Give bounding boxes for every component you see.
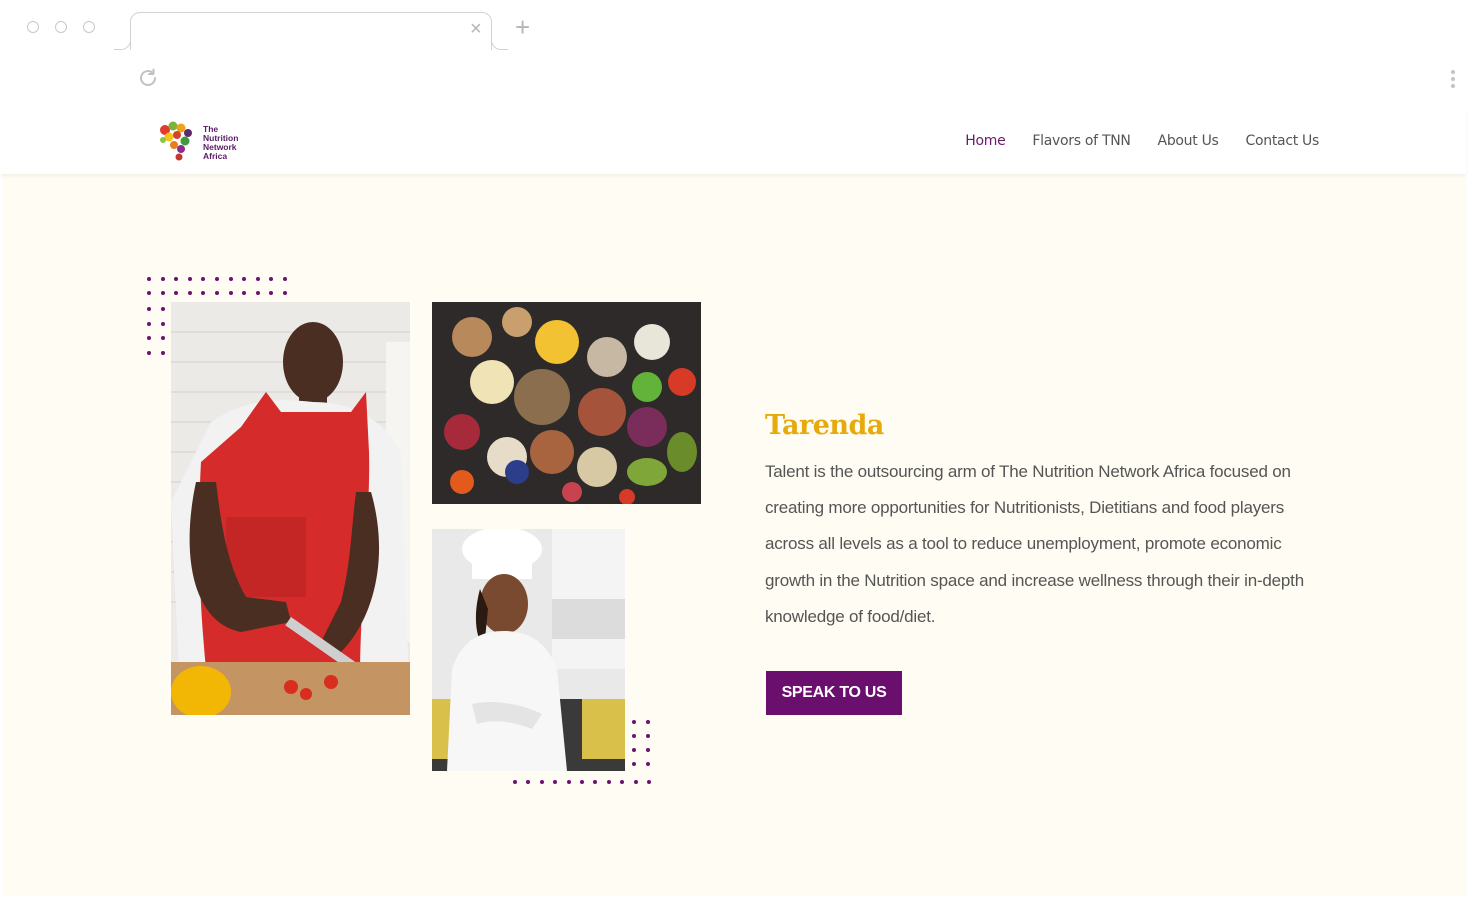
decor-dot — [255, 291, 260, 295]
vegetables-photo — [432, 302, 701, 504]
dot-pattern-top — [147, 277, 287, 295]
speak-to-us-button[interactable]: SPEAK TO US — [766, 671, 902, 715]
decor-dot — [174, 277, 179, 281]
africa-fruit-logo-icon — [158, 121, 196, 164]
decor-dot — [147, 307, 151, 311]
decor-dot — [201, 291, 206, 295]
decor-dot — [632, 734, 636, 738]
browser-tab[interactable] — [130, 12, 492, 50]
tab-edge — [114, 36, 131, 50]
decor-dot — [282, 277, 287, 281]
decor-dot — [646, 780, 651, 784]
decor-dot — [174, 291, 179, 295]
dot-pattern-left — [147, 307, 165, 355]
decor-dot — [147, 291, 151, 295]
tab-edge — [491, 36, 508, 50]
site-logo[interactable]: The Nutrition Network Africa — [155, 118, 255, 168]
window-maximize-dot[interactable] — [83, 21, 95, 33]
plus-icon[interactable]: + — [515, 14, 530, 40]
decor-dot — [645, 734, 650, 738]
decor-dot — [160, 350, 165, 355]
logo-text: The Nutrition Network Africa — [203, 124, 239, 161]
decor-dot — [566, 780, 571, 784]
decor-dot — [228, 277, 233, 281]
nav-home[interactable]: Home — [965, 133, 1005, 149]
decor-dot — [228, 291, 233, 295]
nav-flavors-of-tnn[interactable]: Flavors of TNN — [1032, 133, 1130, 149]
decor-dot — [269, 277, 274, 281]
decor-dot — [160, 336, 165, 340]
decor-dot — [160, 291, 165, 295]
decor-dot — [160, 321, 165, 326]
decor-dot — [187, 277, 192, 281]
site-header: The Nutrition Network Africa Home Flavor… — [0, 110, 1466, 174]
decor-dot — [633, 780, 638, 784]
decor-dot — [579, 780, 584, 784]
decor-dot — [620, 780, 625, 784]
decor-dot — [269, 291, 274, 295]
decor-dot — [632, 762, 636, 766]
nav-contact-us[interactable]: Contact Us — [1246, 133, 1320, 149]
decor-dot — [553, 780, 558, 784]
decor-dot — [214, 291, 219, 295]
decor-dot — [632, 748, 636, 752]
decor-dot — [160, 277, 165, 281]
close-icon[interactable]: × — [470, 19, 482, 39]
decor-dot — [645, 762, 650, 766]
hero-description: Talent is the outsourcing arm of The Nut… — [765, 462, 1304, 626]
decor-dot — [645, 748, 650, 752]
dot-pattern-right — [632, 720, 650, 766]
main-nav: Home Flavors of TNN About Us Contact Us — [965, 133, 1319, 149]
decor-dot — [539, 780, 544, 784]
window-minimize-dot[interactable] — [55, 21, 67, 33]
decor-dot — [147, 336, 151, 340]
dot-pattern-bottom — [513, 780, 651, 784]
browser-chrome: × + — [0, 0, 1468, 110]
decor-dot — [645, 720, 650, 724]
chef-woman-photo — [432, 529, 625, 771]
decor-dot — [147, 321, 151, 326]
decor-dot — [147, 350, 151, 355]
decor-dot — [606, 780, 611, 784]
nav-about-us[interactable]: About Us — [1158, 133, 1219, 149]
decor-dot — [632, 720, 636, 724]
decor-dot — [282, 291, 287, 295]
decor-dot — [147, 277, 151, 281]
hero-title: Tarenda — [765, 410, 884, 441]
more-vertical-icon[interactable] — [1451, 70, 1455, 88]
decor-dot — [593, 780, 598, 784]
decor-dot — [187, 291, 192, 295]
reload-icon[interactable] — [136, 66, 160, 90]
decor-dot — [526, 780, 531, 784]
decor-dot — [201, 277, 206, 281]
decor-dot — [513, 780, 517, 784]
decor-dot — [214, 277, 219, 281]
decor-dot — [242, 277, 247, 281]
decor-dot — [242, 291, 247, 295]
decor-dot — [160, 307, 165, 311]
window-close-dot[interactable] — [27, 21, 39, 33]
man-cooking-photo — [171, 302, 410, 715]
decor-dot — [255, 277, 260, 281]
